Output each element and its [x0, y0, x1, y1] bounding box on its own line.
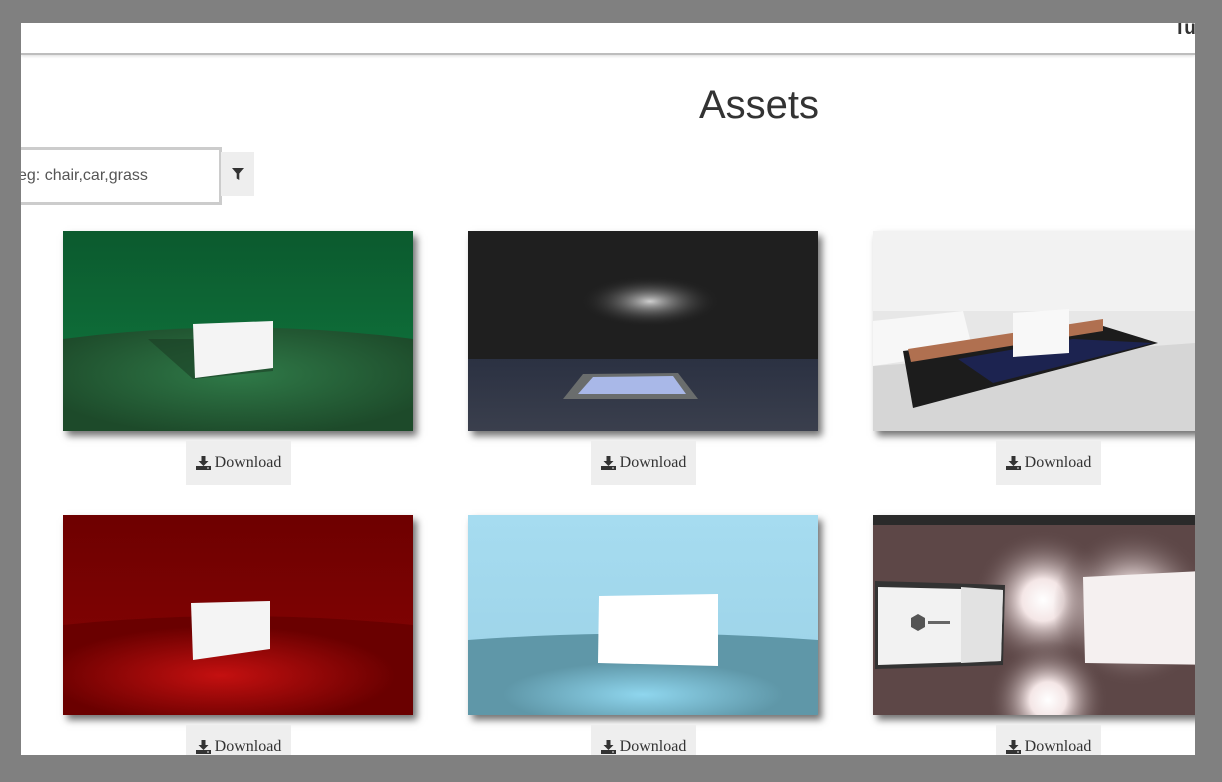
asset-card: Download [63, 515, 413, 755]
navbar-link[interactable]: Tu [1174, 23, 1195, 40]
asset-card: Download [468, 515, 818, 755]
asset-preview-image [468, 515, 818, 715]
download-label: Download [619, 454, 687, 471]
asset-preview-image [468, 231, 818, 431]
download-icon [1005, 456, 1021, 470]
download-icon [195, 740, 211, 754]
download-button[interactable]: Download [996, 441, 1101, 485]
download-button[interactable]: Download [186, 441, 291, 485]
download-icon [1005, 740, 1021, 754]
download-label: Download [214, 454, 282, 471]
download-icon [195, 456, 211, 470]
search-input[interactable] [21, 147, 222, 205]
asset-thumbnail[interactable] [873, 515, 1195, 715]
asset-preview-image [63, 231, 413, 431]
download-icon [600, 740, 616, 754]
asset-thumbnail[interactable] [63, 515, 413, 715]
asset-card: Download [63, 231, 413, 501]
asset-card: Download [468, 231, 818, 501]
asset-thumbnail[interactable] [468, 231, 818, 431]
asset-thumbnail[interactable] [468, 515, 818, 715]
download-icon [600, 456, 616, 470]
asset-thumbnail[interactable] [63, 231, 413, 431]
top-navbar: Tu [21, 23, 1195, 55]
asset-card: Download [873, 231, 1195, 501]
asset-preview-image [873, 515, 1195, 715]
asset-thumbnail[interactable] [873, 231, 1195, 431]
asset-preview-image [63, 515, 413, 715]
asset-preview-image [873, 231, 1195, 431]
download-button[interactable]: Download [591, 441, 696, 485]
download-label: Download [619, 738, 687, 755]
download-button[interactable]: Download [186, 725, 291, 755]
download-button[interactable]: Download [591, 725, 696, 755]
download-button[interactable]: Download [996, 725, 1101, 755]
browser-viewport: Tu Assets eg: chair,car,grass Download D… [21, 23, 1195, 755]
filter-icon [231, 167, 244, 180]
download-label: Download [1024, 738, 1092, 755]
filter-button[interactable] [221, 152, 254, 196]
download-label: Download [1024, 454, 1092, 471]
asset-card: Download [873, 515, 1195, 755]
download-label: Download [214, 738, 282, 755]
page-title: Assets [698, 83, 820, 127]
